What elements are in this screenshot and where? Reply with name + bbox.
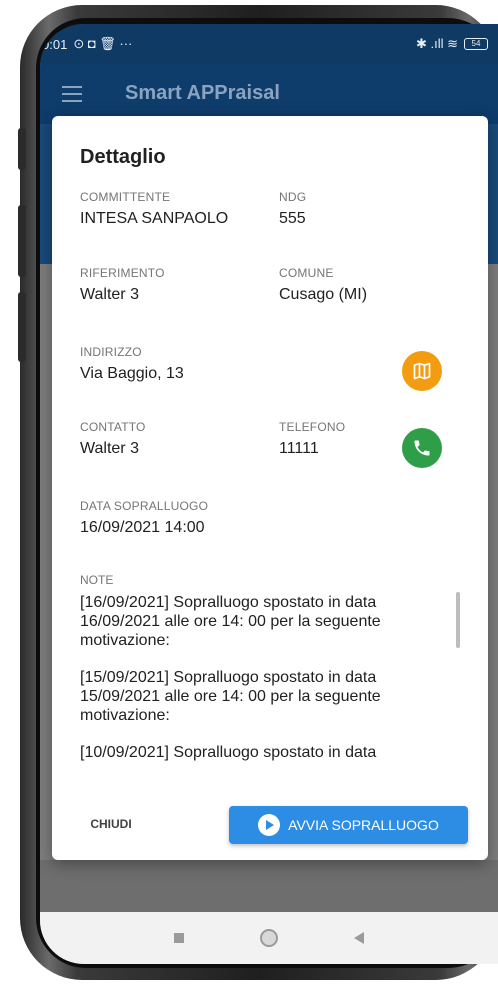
- recent-apps-icon[interactable]: [174, 933, 184, 943]
- app-title: Smart APPraisal: [125, 82, 280, 104]
- status-left: 0:01 ⊙ ◘ 🗑 ···: [42, 36, 132, 52]
- field-label: INDIRIZZO: [80, 345, 142, 359]
- signal-icons: ✱ .ıll ≋: [415, 36, 458, 51]
- field-ndg: NDG 555: [279, 190, 306, 228]
- field-value: Via Baggio, 13: [80, 365, 184, 382]
- call-button[interactable]: [402, 428, 442, 468]
- field-value: 555: [279, 210, 306, 227]
- app-bar: Smart APPraisal: [40, 64, 498, 124]
- detail-dialog: Dettaglio COMMITTENTE INTESA SANPAOLO ND…: [52, 116, 488, 860]
- field-label: CONTATTO: [80, 420, 146, 434]
- field-label: NDG: [279, 190, 307, 204]
- field-value: Walter 3: [80, 286, 139, 303]
- close-button[interactable]: CHIUDI: [76, 806, 146, 842]
- field-comune: COMUNE Cusago (MI): [279, 266, 367, 304]
- note-entry: [16/09/2021] Sopralluogo spostato in dat…: [80, 594, 381, 649]
- field-label: COMUNE: [279, 266, 334, 280]
- field-telefono: TELEFONO 11111: [279, 420, 345, 458]
- side-button: [18, 128, 26, 170]
- volume-down-button: [18, 292, 26, 362]
- field-label: COMMITTENTE: [80, 190, 171, 204]
- dimmed-strip: [40, 860, 498, 912]
- field-value: INTESA SANPAOLO: [80, 210, 229, 227]
- phone-icon: [414, 440, 430, 456]
- field-riferimento: RIFERIMENTO Walter 3: [80, 266, 165, 304]
- field-value: 11111: [279, 440, 319, 457]
- field-label: RIFERIMENTO: [80, 266, 165, 280]
- dialog-title: Dettaglio: [80, 146, 166, 168]
- battery-icon: 54: [464, 38, 488, 50]
- field-contatto: CONTATTO Walter 3: [80, 420, 146, 458]
- volume-up-button: [18, 205, 26, 277]
- map-button[interactable]: [402, 351, 442, 391]
- status-time: 0:01: [42, 36, 68, 52]
- navigation-bar: [40, 912, 498, 964]
- status-right: ✱ .ıll ≋ 54: [416, 36, 488, 52]
- notification-icons: ⊙ ◘ 🗑 ···: [73, 36, 133, 51]
- field-value: Walter 3: [80, 440, 139, 457]
- notes-scrollbar[interactable]: [456, 592, 460, 648]
- field-committente: COMMITTENTE INTESA SANPAOLO: [80, 190, 228, 228]
- back-icon[interactable]: [354, 932, 364, 944]
- note-entry: [10/09/2021] Sopralluogo spostato in dat…: [80, 744, 377, 761]
- field-value: 16/09/2021 14:00: [80, 519, 205, 536]
- field-label: TELEFONO: [279, 420, 346, 434]
- field-indirizzo: INDIRIZZO Via Baggio, 13: [80, 345, 184, 383]
- start-inspection-button[interactable]: AVVIA SOPRALLUOGO: [229, 806, 468, 844]
- home-icon[interactable]: [260, 929, 278, 947]
- notes-scroll-area[interactable]: [16/09/2021] Sopralluogo spostato in dat…: [80, 593, 450, 765]
- hamburger-menu-icon[interactable]: [62, 86, 82, 107]
- play-circle-icon: [258, 814, 281, 836]
- note-entry: [15/09/2021] Sopralluogo spostato in dat…: [80, 669, 381, 724]
- map-icon: [413, 362, 431, 380]
- field-value: Cusago (MI): [279, 286, 368, 303]
- notes-label: NOTE: [80, 573, 114, 587]
- field-data-sopralluogo: DATA SOPRALLUOGO 16/09/2021 14:00: [80, 499, 208, 537]
- field-label: DATA SOPRALLUOGO: [80, 499, 209, 513]
- start-inspection-label: AVVIA SOPRALLUOGO: [288, 817, 439, 833]
- status-bar: 0:01 ⊙ ◘ 🗑 ··· ✱ .ıll ≋ 54: [40, 24, 498, 64]
